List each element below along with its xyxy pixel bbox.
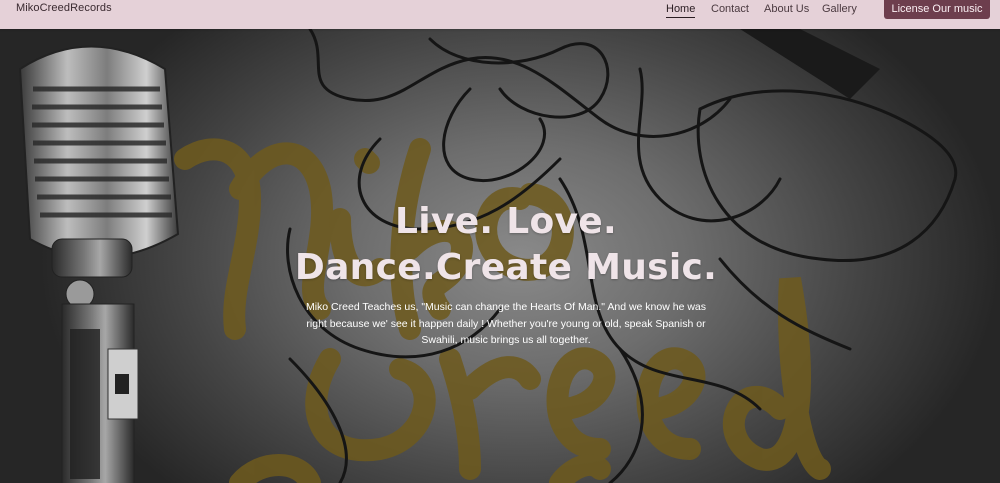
nav-links: Home Contact About Us Gallery: [0, 2, 1000, 22]
nav-link-contact[interactable]: Contact: [711, 2, 749, 16]
hero-description: Miko Creed Teaches us, "Music can change…: [305, 301, 707, 346]
dancer-shoe-shape: [740, 29, 880, 99]
license-music-button[interactable]: License Our music: [884, 0, 990, 19]
hero-title-line-2: Dance.Create Music.: [294, 247, 718, 288]
microphone-image: [18, 45, 180, 483]
hero-title: Live. Love. Dance.Create Music.: [250, 199, 762, 291]
nav-link-gallery[interactable]: Gallery: [822, 2, 857, 16]
hero-section: Live. Love. Dance.Create Music. Miko Cre…: [0, 29, 1000, 483]
nav-link-home[interactable]: Home: [666, 2, 696, 18]
top-navbar: MikoCreedRecords Home Contact About Us G…: [0, 0, 1000, 29]
nav-link-about-us[interactable]: About Us: [764, 2, 809, 16]
hero-title-line-1: Live. Love.: [395, 201, 617, 242]
